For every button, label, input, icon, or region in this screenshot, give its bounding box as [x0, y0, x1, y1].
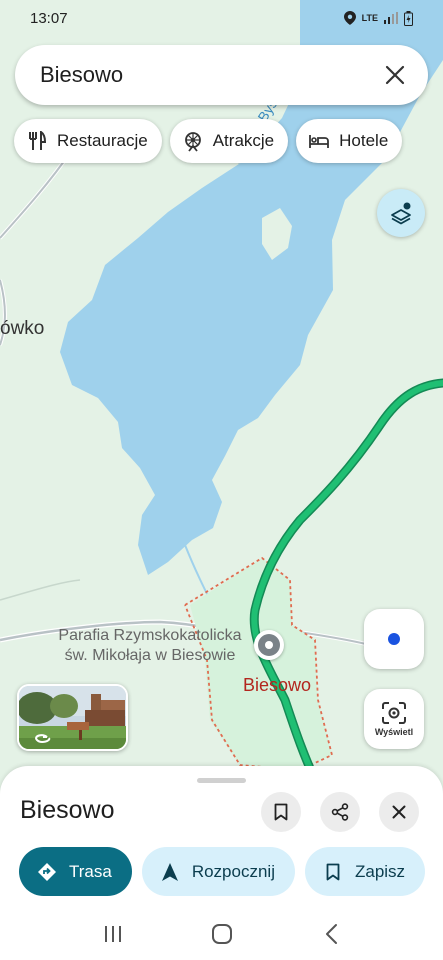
chip-label: Restauracje [57, 131, 148, 150]
share-icon [331, 803, 349, 821]
restaurant-icon [26, 130, 48, 152]
place-pin-icon[interactable] [254, 630, 284, 660]
home-button[interactable] [202, 914, 242, 954]
network-label: LTE [361, 12, 378, 23]
status-bar: 13:07 LTE [0, 0, 443, 36]
sheet-drag-handle[interactable] [197, 778, 246, 783]
directions-label: Trasa [69, 861, 112, 881]
hotel-icon [308, 130, 330, 152]
chip-label: Hotele [339, 131, 389, 150]
my-location-icon [388, 633, 400, 645]
chip-hotels[interactable]: Hotele [296, 119, 403, 163]
save-bookmark-button[interactable] [261, 792, 301, 832]
recent-apps-icon [104, 926, 121, 942]
signal-icon [384, 12, 398, 24]
close-sheet-button[interactable] [379, 792, 419, 832]
save-button[interactable]: Zapisz [304, 847, 426, 896]
search-bar[interactable]: Biesowo [15, 45, 428, 105]
layers-button[interactable] [377, 189, 425, 237]
chip-attractions[interactable]: Atrakcje [169, 119, 289, 163]
close-icon [392, 805, 406, 819]
chip-label: Atrakcje [212, 131, 275, 150]
location-status-icon [343, 11, 356, 25]
save-label: Zapisz [354, 861, 406, 881]
home-icon [211, 924, 232, 944]
place-title: Biesowo [20, 796, 115, 824]
start-label: Rozpocznij [191, 861, 275, 881]
recent-apps-button[interactable] [93, 914, 133, 954]
search-input[interactable]: Biesowo [40, 62, 382, 88]
action-buttons: Trasa Rozpocznij Zapisz [19, 847, 426, 896]
camera-lens-icon [382, 701, 406, 724]
navigation-icon [160, 862, 180, 882]
battery-icon [404, 10, 413, 26]
bookmark-icon [274, 803, 288, 821]
category-chips: Restauracje Atrakcje Hotele [14, 119, 403, 163]
system-nav-bar [0, 908, 443, 960]
attractions-icon [182, 130, 204, 152]
back-icon [325, 924, 337, 944]
street-view-photo [19, 686, 126, 749]
bookmark-icon [323, 862, 343, 882]
chip-restaurants[interactable]: Restauracje [14, 119, 162, 163]
my-location-button[interactable] [364, 609, 424, 669]
share-button[interactable] [320, 792, 360, 832]
directions-button[interactable]: Trasa [19, 847, 132, 896]
layers-icon [391, 202, 411, 225]
close-icon [385, 65, 405, 85]
lens-label: Wyświetl [374, 726, 414, 737]
directions-icon [37, 862, 57, 882]
clear-search-button[interactable] [382, 62, 408, 88]
status-icons: LTE [343, 10, 413, 26]
lens-view-button[interactable]: Wyświetl [364, 689, 424, 749]
back-button[interactable] [311, 914, 351, 954]
start-navigation-button[interactable]: Rozpocznij [141, 847, 295, 896]
street-view-thumbnail[interactable] [17, 684, 128, 751]
status-time: 13:07 [30, 9, 68, 27]
